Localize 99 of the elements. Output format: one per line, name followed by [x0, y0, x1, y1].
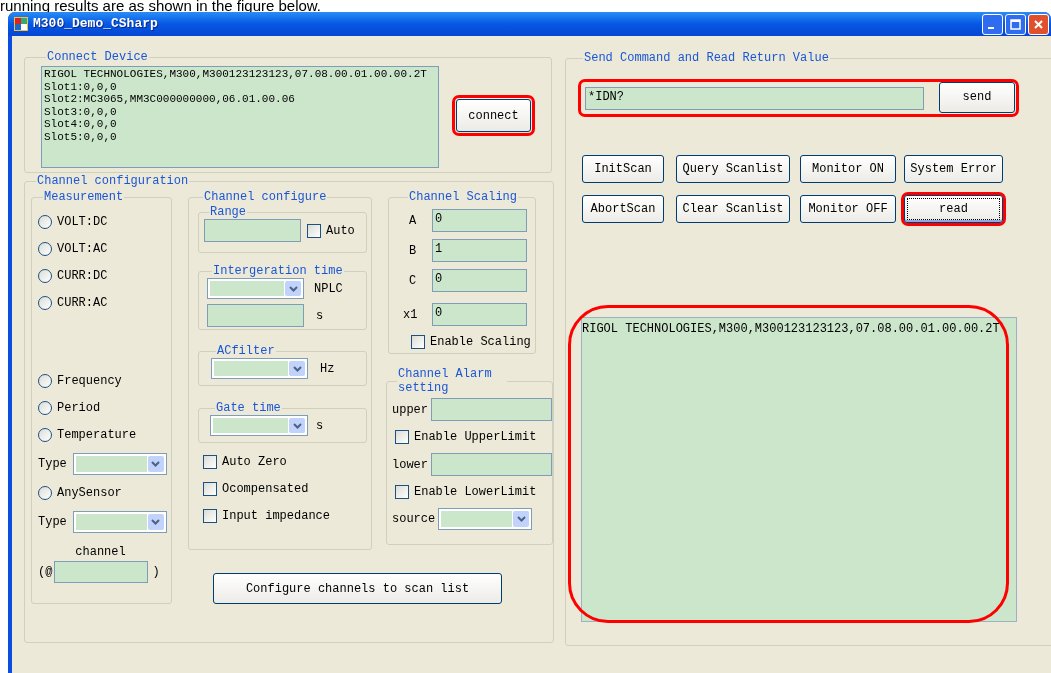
field-label: x1: [403, 307, 419, 322]
checkbox-label: Enable LowerLimit: [414, 485, 537, 499]
radio-button[interactable]: [38, 241, 52, 256]
radio-label: Period: [57, 400, 101, 415]
dropdown[interactable]: [210, 415, 308, 436]
field-label: channel: [75, 545, 127, 559]
minimize-icon: [988, 27, 994, 29]
radio-button[interactable]: [38, 214, 52, 229]
radio-button[interactable]: [38, 485, 52, 500]
minimize-button[interactable]: [982, 13, 1003, 35]
field-label: upper: [392, 402, 428, 417]
dropdown[interactable]: [207, 278, 304, 299]
checkbox-label: Ocompensated: [222, 482, 309, 496]
group-title: Connect Device: [46, 50, 149, 64]
radio-label: AnySensor: [57, 485, 122, 500]
checkbox-label: Auto Zero: [222, 455, 287, 469]
checkbox-label: Auto: [326, 223, 355, 238]
send-button[interactable]: send: [939, 81, 1015, 113]
device-info-line: Slot3:0,0,0: [44, 105, 118, 118]
group-title: Range: [209, 205, 247, 219]
app-icon: [14, 17, 28, 31]
text-field[interactable]: 1: [432, 239, 527, 262]
radio-button[interactable]: [38, 268, 52, 283]
group-title: Channel configure: [203, 190, 328, 204]
field-label: A: [408, 213, 418, 228]
connect-button[interactable]: connect: [456, 99, 531, 132]
group-title: Intergeration time: [212, 264, 344, 278]
group-title: ACfilter: [216, 344, 276, 358]
text-field[interactable]: [207, 304, 304, 327]
field-label: C: [408, 273, 418, 288]
radio-button[interactable]: [38, 427, 52, 442]
group-title: Send Command and Read Return Value: [583, 51, 830, 65]
checkbox[interactable]: [307, 223, 321, 238]
radio-label: Temperature: [57, 427, 137, 442]
maximize-icon: [1010, 18, 1021, 30]
response-box: RIGOL TECHNOLOGIES,M300,M300123123123,07.08.00.01.00.00.2T: [581, 317, 1017, 622]
command-button[interactable]: System Error: [904, 155, 1003, 183]
checkbox[interactable]: [203, 482, 217, 496]
radio-button[interactable]: [38, 400, 52, 415]
group-title: Measurement: [43, 190, 125, 204]
text-field[interactable]: 0: [432, 209, 527, 232]
group-title: Channel configuration: [36, 174, 190, 188]
checkbox[interactable]: [395, 485, 409, 499]
dropdown[interactable]: [72, 452, 167, 475]
field-label: (@: [38, 565, 53, 579]
field-label: ): [152, 565, 160, 579]
field-label: s: [316, 308, 324, 323]
checkbox[interactable]: [203, 455, 217, 469]
command-button[interactable]: Monitor OFF: [800, 195, 896, 223]
text-field[interactable]: [431, 398, 552, 421]
checkbox[interactable]: [411, 335, 425, 349]
device-info-line: Slot2:MC3065,MM3C000000000,06.01.00.06: [44, 93, 296, 106]
field-label: NPLC: [314, 281, 343, 296]
device-info-line: Slot1:0,0,0: [44, 80, 118, 93]
configure-button[interactable]: Configure channels to scan list: [213, 573, 502, 604]
command-button[interactable]: Monitor ON: [800, 155, 896, 183]
device-info-line: Slot5:0,0,0: [44, 130, 118, 143]
text-field[interactable]: 0: [432, 303, 527, 326]
radio-button[interactable]: [38, 373, 52, 388]
dropdown[interactable]: [72, 510, 167, 533]
radio-label: VOLT:DC: [57, 214, 108, 229]
radio-label: CURR:DC: [57, 268, 108, 283]
checkbox-label: Enable UpperLimit: [414, 430, 537, 444]
field-label: Hz: [320, 361, 335, 376]
group-title: Channel Alarm setting: [397, 367, 493, 395]
checkbox-label: Input impedance: [222, 509, 331, 523]
radio-button[interactable]: [38, 295, 52, 310]
channel-field[interactable]: [54, 561, 149, 583]
group-title: Gate time: [215, 401, 282, 415]
field-label: source: [392, 512, 436, 526]
group-title: Channel Scaling: [408, 190, 519, 204]
command-field[interactable]: *IDN?: [585, 87, 924, 110]
radio-label: VOLT:AC: [57, 241, 108, 256]
radio-label: CURR:AC: [57, 295, 108, 310]
field-label: lower: [392, 457, 428, 472]
command-button[interactable]: InitScan: [582, 155, 664, 183]
command-button[interactable]: Clear Scanlist: [676, 195, 790, 223]
command-button[interactable]: AbortScan: [582, 195, 664, 223]
field-label: B: [408, 243, 418, 258]
device-info-line: Slot4:0,0,0: [44, 118, 118, 131]
text-field[interactable]: [431, 453, 552, 476]
checkbox[interactable]: [395, 430, 409, 444]
close-button[interactable]: [1028, 13, 1049, 35]
device-info-line: RIGOL TECHNOLOGIES,M300,M300123123123,07.08.00.01.00.00.2T: [44, 68, 428, 81]
text-field[interactable]: 0: [432, 269, 527, 292]
radio-label: Frequency: [57, 373, 122, 388]
command-button[interactable]: Query Scanlist: [676, 155, 790, 183]
field-label: Type: [38, 456, 67, 471]
maximize-button[interactable]: [1005, 13, 1026, 35]
close-icon: [1033, 18, 1044, 30]
command-button[interactable]: read: [904, 195, 1003, 223]
checkbox[interactable]: [203, 509, 217, 523]
dropdown[interactable]: [438, 508, 533, 530]
text-field[interactable]: [204, 219, 301, 242]
dropdown[interactable]: [211, 358, 308, 379]
window-title: M300_Demo_CSharp: [33, 15, 158, 34]
field-label: s: [316, 418, 324, 433]
checkbox-label: Enable Scaling: [430, 335, 531, 349]
field-label: Type: [38, 514, 67, 529]
